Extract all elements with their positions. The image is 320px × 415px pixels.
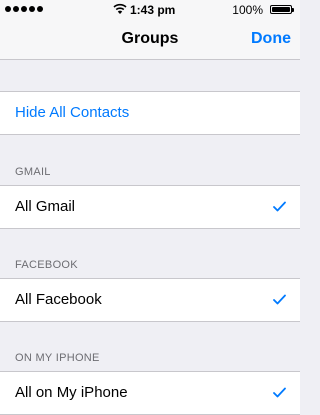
- hide-all-contacts-button[interactable]: Hide All Contacts: [0, 91, 300, 135]
- section-header-facebook: FACEBOOK: [15, 259, 78, 271]
- checkmark-icon: [273, 201, 286, 212]
- checkmark-icon: [273, 387, 286, 398]
- done-button[interactable]: Done: [251, 30, 291, 48]
- checkmark-icon: [273, 294, 286, 305]
- status-time: 1:43 pm: [130, 3, 176, 17]
- battery-percentage: 100%: [232, 3, 263, 17]
- wifi-icon: [113, 3, 127, 14]
- navigation-bar: Groups Done: [0, 20, 300, 60]
- hide-all-contacts-label: Hide All Contacts: [15, 104, 130, 121]
- section-header-gmail: GMAIL: [15, 166, 51, 178]
- status-bar: 1:43 pm 100%: [0, 0, 300, 20]
- section-header-on-my-iphone: ON MY IPHONE: [15, 352, 100, 364]
- group-row-gmail[interactable]: All Gmail: [0, 185, 300, 229]
- group-label-facebook: All Facebook: [15, 291, 102, 308]
- group-row-on-my-iphone[interactable]: All on My iPhone: [0, 371, 300, 415]
- group-label-on-my-iphone: All on My iPhone: [15, 384, 128, 401]
- battery-icon: [270, 5, 294, 14]
- group-label-gmail: All Gmail: [15, 198, 76, 215]
- battery-fill: [272, 7, 290, 12]
- signal-strength-icon: [5, 6, 43, 12]
- group-row-facebook[interactable]: All Facebook: [0, 278, 300, 322]
